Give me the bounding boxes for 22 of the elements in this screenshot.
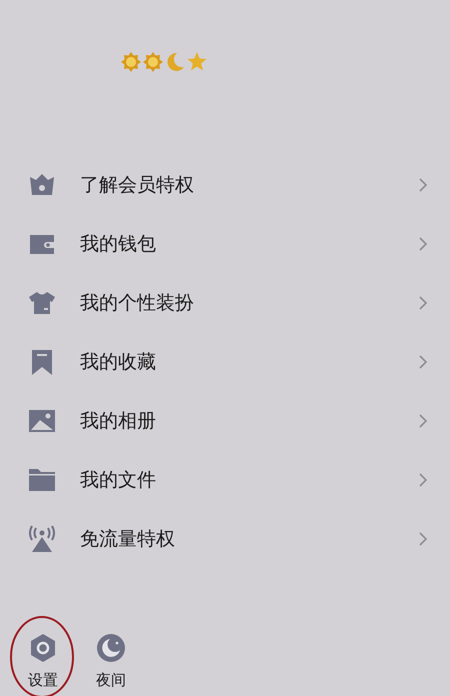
antenna-icon [28,524,56,552]
chevron-right-icon [419,178,428,192]
menu-item[interactable]: 我的个性装扮 [80,290,419,316]
chevron-right-icon [419,236,428,250]
sun-icon [143,52,163,72]
chevron-right-icon [419,296,428,310]
menu-item[interactable]: 免流量特权 [80,526,419,552]
chevron-right-icon [419,354,428,368]
night-mode-button[interactable]: 夜间 [92,633,130,690]
menu-item[interactable]: 我的相册 [80,408,419,434]
menu-item[interactable]: 我的文件 [80,466,419,492]
settings-icon [28,633,58,663]
sun-icon [121,52,141,72]
star-icon [187,52,207,72]
menu-item[interactable]: 我的收藏 [80,348,419,374]
menu-item[interactable]: 了解会员特权 [80,172,419,198]
moon-icon [165,52,185,72]
menu-item[interactable]: 我的钱包 [80,230,419,256]
chevron-right-icon [419,472,428,486]
moon-icon [96,633,126,663]
chevron-right-icon [419,532,428,546]
chevron-right-icon [419,414,428,428]
